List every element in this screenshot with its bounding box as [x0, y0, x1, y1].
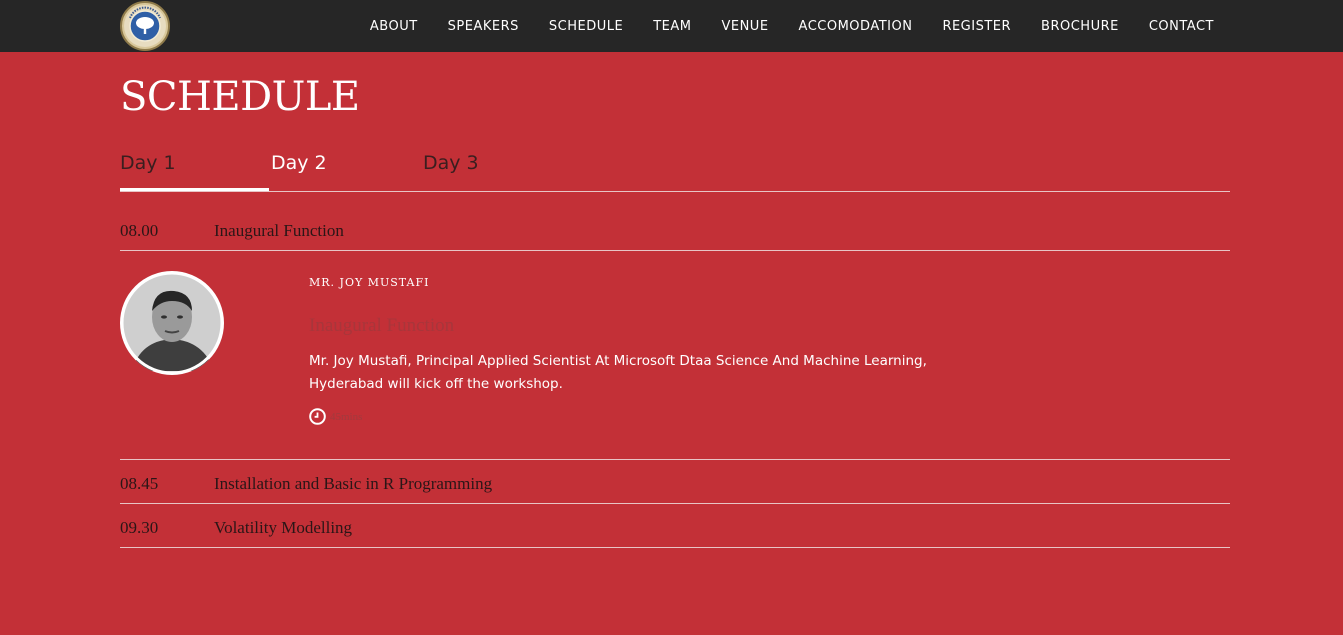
- nav-contact[interactable]: CONTACT: [1149, 19, 1214, 34]
- schedule-row[interactable]: 08.45 Installation and Basic in R Progra…: [120, 460, 1230, 504]
- nav-schedule[interactable]: SCHEDULE: [549, 19, 623, 34]
- schedule-row[interactable]: 09.30 Volatility Modelling: [120, 504, 1230, 548]
- nav-speakers[interactable]: SPEAKERS: [448, 19, 519, 34]
- schedule-title: Volatility Modelling: [214, 518, 353, 537]
- day-tabs: Day 1 Day 2 Day 3: [120, 146, 1230, 192]
- nav-about[interactable]: ABOUT: [370, 19, 418, 34]
- top-navbar: ABOUT SPEAKERS SCHEDULE TEAM VENUE ACCOM…: [0, 0, 1343, 52]
- schedule-time: 08.00: [120, 221, 159, 240]
- active-tab-indicator: [120, 188, 269, 191]
- nav-venue[interactable]: VENUE: [721, 19, 768, 34]
- tab-day-3[interactable]: Day 3: [423, 152, 479, 174]
- main-nav: ABOUT SPEAKERS SCHEDULE TEAM VENUE ACCOM…: [340, 0, 1214, 52]
- nav-register[interactable]: REGISTER: [942, 19, 1011, 34]
- schedule-row[interactable]: 08.00 Inaugural Function: [120, 216, 1230, 251]
- university-logo-icon[interactable]: [120, 1, 170, 51]
- nav-brochure[interactable]: BROCHURE: [1041, 19, 1119, 34]
- nav-team[interactable]: TEAM: [653, 19, 691, 34]
- schedule-time: 09.30: [120, 518, 159, 537]
- tab-day-2[interactable]: Day 2: [271, 152, 327, 174]
- schedule-title: Inaugural Function: [214, 221, 344, 240]
- schedule-time: 08.45: [120, 474, 159, 493]
- page-title: SCHEDULE: [120, 74, 360, 120]
- logo-seal-graphic: [124, 5, 166, 47]
- schedule-detail-panel: [120, 250, 1230, 460]
- schedule-title: Installation and Basic in R Programming: [214, 474, 493, 493]
- tab-day-1[interactable]: Day 1: [120, 152, 176, 174]
- nav-accomodation[interactable]: ACCOMODATION: [799, 19, 913, 34]
